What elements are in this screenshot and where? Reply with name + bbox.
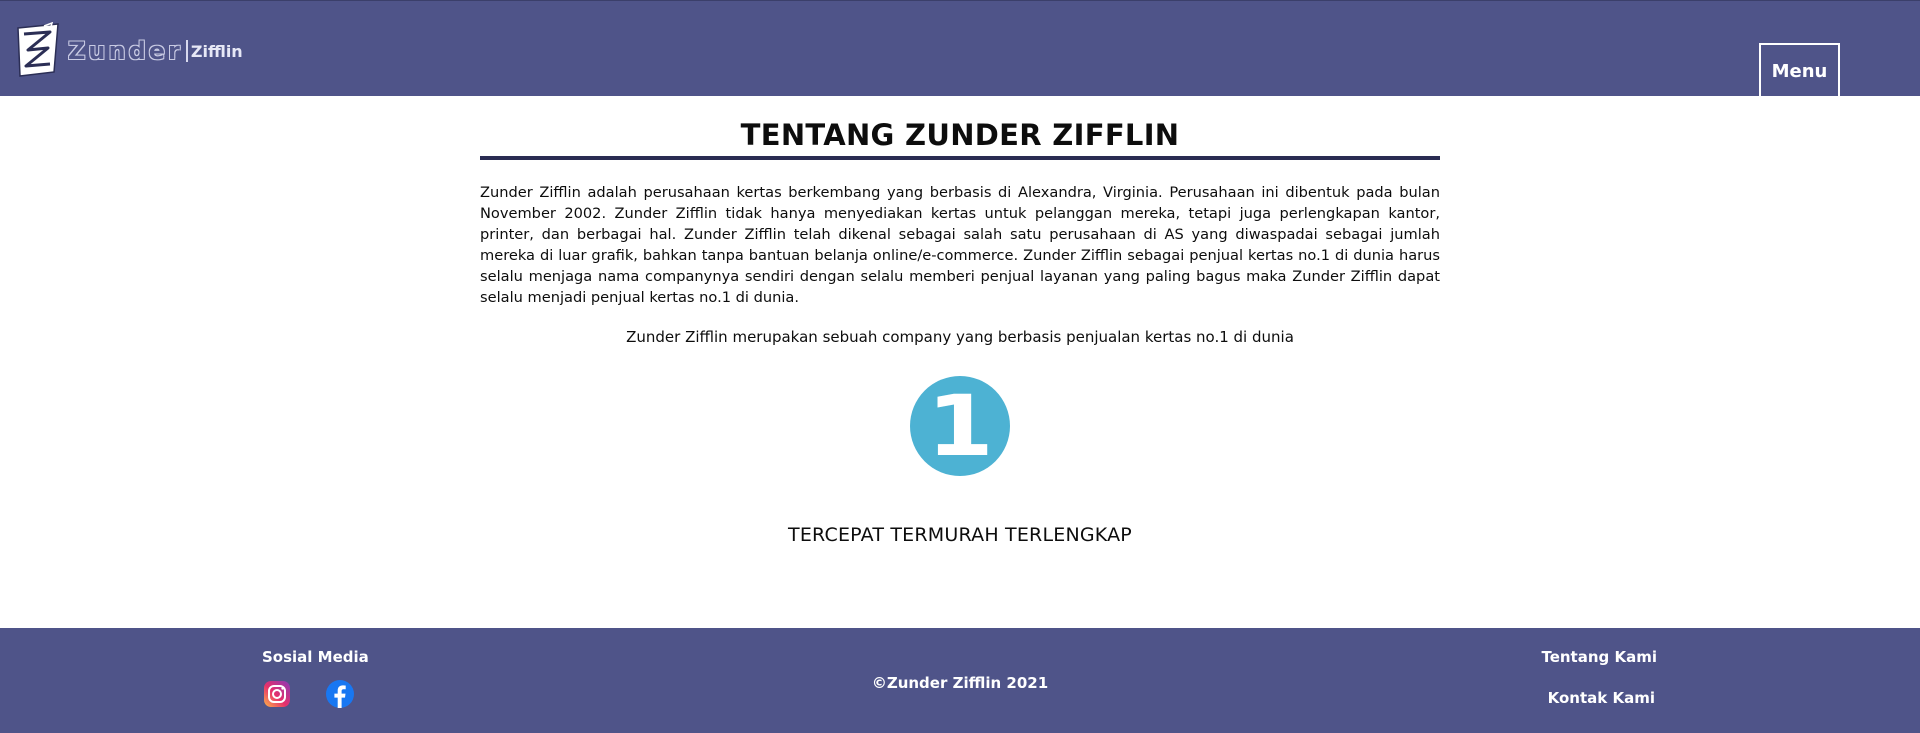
badge-number: 1 [926, 377, 994, 475]
menu-button[interactable]: Menu [1759, 43, 1840, 97]
company-slogan: TERCEPAT TERMURAH TERLENGKAP [788, 524, 1132, 546]
number-one-badge-wrapper: 1 [480, 376, 1440, 476]
logo-text-main: Zunder [68, 37, 183, 65]
site-footer: Sosial Media ©Zunder Zifflin 2021 Tentan… [0, 628, 1920, 733]
site-logo[interactable]: Zunder Zifflin [14, 21, 243, 81]
company-tagline: Zunder Zifflin merupakan sebuah company … [626, 328, 1294, 346]
about-paragraph: Zunder Zifflin adalah perusahaan kertas … [480, 184, 1440, 306]
logo-divider [185, 40, 188, 62]
logo-mark-icon [17, 22, 59, 77]
about-section: TENTANG ZUNDER ZIFFLIN Zunder Zifflin ad… [480, 96, 1440, 546]
number-one-badge-icon: 1 [910, 376, 1010, 476]
footer-link-about[interactable]: Tentang Kami [1541, 648, 1657, 666]
footer-link-contact[interactable]: Kontak Kami [1548, 689, 1655, 707]
page-title: TENTANG ZUNDER ZIFFLIN [740, 118, 1180, 152]
site-header: Zunder Zifflin Menu [0, 0, 1920, 97]
logo-text-sub: Zifflin [190, 41, 243, 61]
social-media-title: Sosial Media [262, 648, 369, 666]
title-underline [480, 156, 1440, 160]
